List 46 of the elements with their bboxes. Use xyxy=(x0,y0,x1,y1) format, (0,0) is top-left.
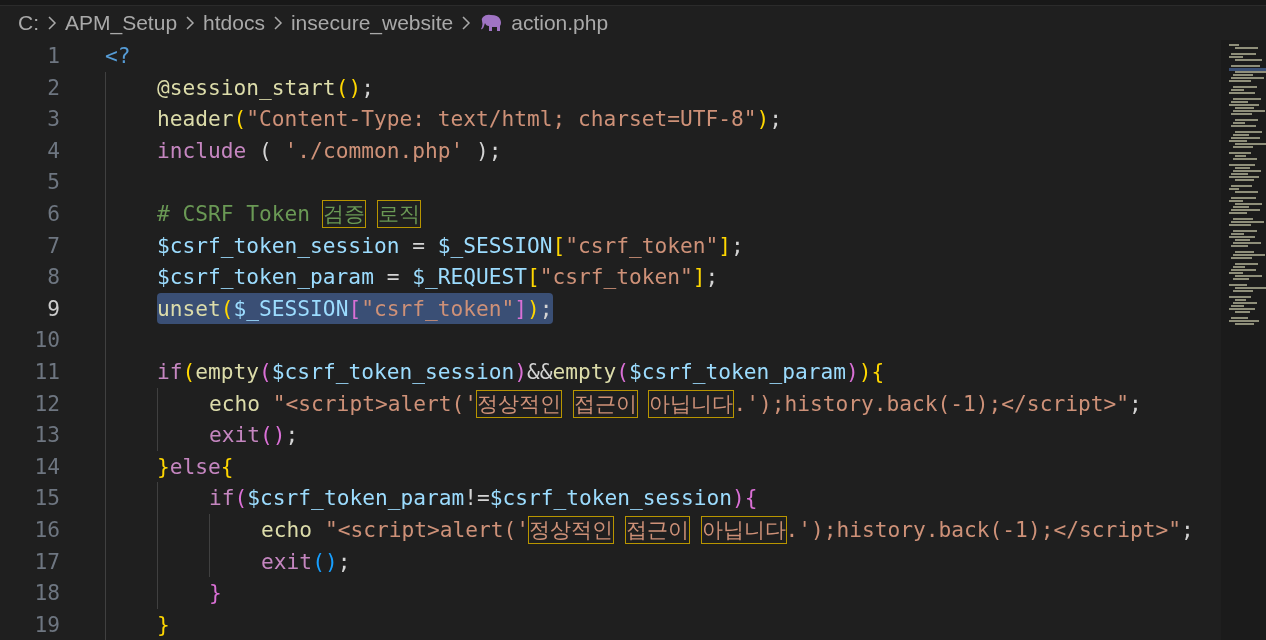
line-number: 19 xyxy=(33,610,60,639)
code-line: header("Content-Type: text/html; charset=UTF-8"); xyxy=(157,105,783,134)
line-number: 4 xyxy=(46,136,60,165)
line-number: 2 xyxy=(46,73,60,102)
code-line: } xyxy=(157,610,170,639)
code-line: if($csrf_token_param!=$csrf_token_session){ xyxy=(209,484,758,513)
line-number: 13 xyxy=(33,421,60,450)
code-line: } xyxy=(209,579,222,608)
file-breadcrumb[interactable]: action.php xyxy=(511,7,609,39)
code-line: $csrf_token_session = $_SESSION["csrf_token"]; xyxy=(157,231,744,260)
code-line: @session_start(); xyxy=(157,73,374,102)
line-number: 16 xyxy=(33,515,60,544)
line-number: 7 xyxy=(46,231,60,260)
line-number: 6 xyxy=(46,199,60,228)
code-line: echo "<script>alert('정상적인 접근이 아닙니다.');history.back(-1);</script>"; xyxy=(209,389,1142,420)
code-line: exit(); xyxy=(209,421,299,450)
line-number: 11 xyxy=(33,357,60,386)
code-line: echo "<script>alert('정상적인 접근이 아닙니다.');history.back(-1);</script>"; xyxy=(261,515,1194,546)
folder-breadcrumb[interactable]: insecure_website xyxy=(290,7,454,39)
code-line: include ( './common.php' ); xyxy=(157,136,502,165)
code-line: }else{ xyxy=(157,452,234,481)
line-number: 3 xyxy=(46,105,60,134)
line-number: 9 xyxy=(46,294,60,323)
code-line: # CSRF Token 검증 로직 xyxy=(157,199,420,230)
line-number: 8 xyxy=(46,263,60,292)
elephant-icon xyxy=(479,14,504,32)
folder-breadcrumb[interactable]: C: xyxy=(18,7,39,39)
line-number: 17 xyxy=(33,547,60,576)
folder-breadcrumb[interactable]: htdocs xyxy=(203,7,265,39)
chevron-icon xyxy=(47,15,57,31)
line-number: 18 xyxy=(33,579,60,608)
folder-breadcrumb[interactable]: APM_Setup xyxy=(65,7,178,39)
code-line: <? xyxy=(105,42,131,70)
line-number: 10 xyxy=(33,326,60,355)
minimap-drawing[interactable] xyxy=(1221,40,1266,640)
line-number: 15 xyxy=(33,484,60,513)
code-line: $csrf_token_param = $_REQUEST["csrf_token"]; xyxy=(157,263,719,292)
line-number: 5 xyxy=(46,168,60,197)
line-number: 12 xyxy=(33,389,60,418)
code-line: exit(); xyxy=(261,547,351,576)
line-number: 1 xyxy=(46,42,60,70)
line-number: 14 xyxy=(33,452,60,481)
code-line: if(empty($csrf_token_session)&&empty($csrf_token_param)){ xyxy=(157,357,885,386)
chevron-icon xyxy=(272,15,283,31)
chevron-icon xyxy=(461,15,472,31)
chevron-icon xyxy=(185,15,196,31)
